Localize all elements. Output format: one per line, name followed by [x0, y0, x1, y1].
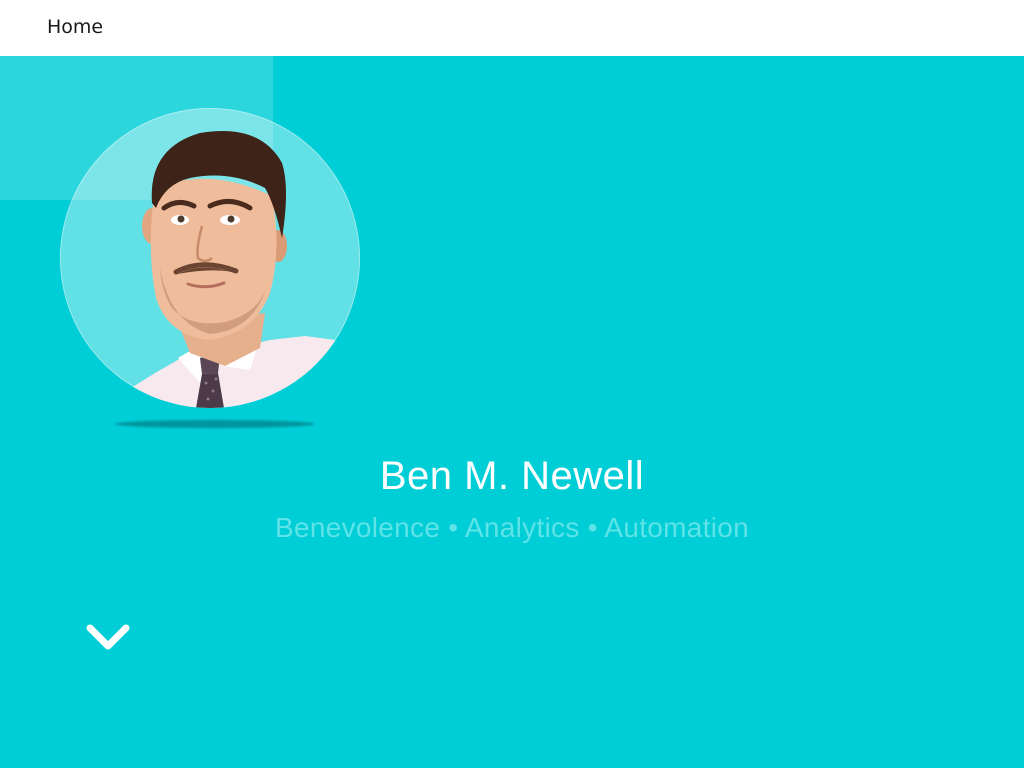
profile-photo-frame: [60, 108, 360, 408]
hero-section: Ben M. Newell Benevolence • Analytics • …: [0, 56, 1024, 768]
profile-name: Ben M. Newell: [379, 454, 645, 498]
profile-tagline: Benevolence • Analytics • Automation: [274, 512, 750, 543]
chevron-down-icon[interactable]: [84, 618, 132, 658]
top-navigation-bar: Home: [0, 0, 1024, 56]
profile-photo: [60, 108, 360, 408]
profile-portrait-illustration: [115, 131, 338, 408]
nav-home-link[interactable]: Home: [47, 16, 103, 38]
profile-photo-shadow: [115, 420, 315, 428]
